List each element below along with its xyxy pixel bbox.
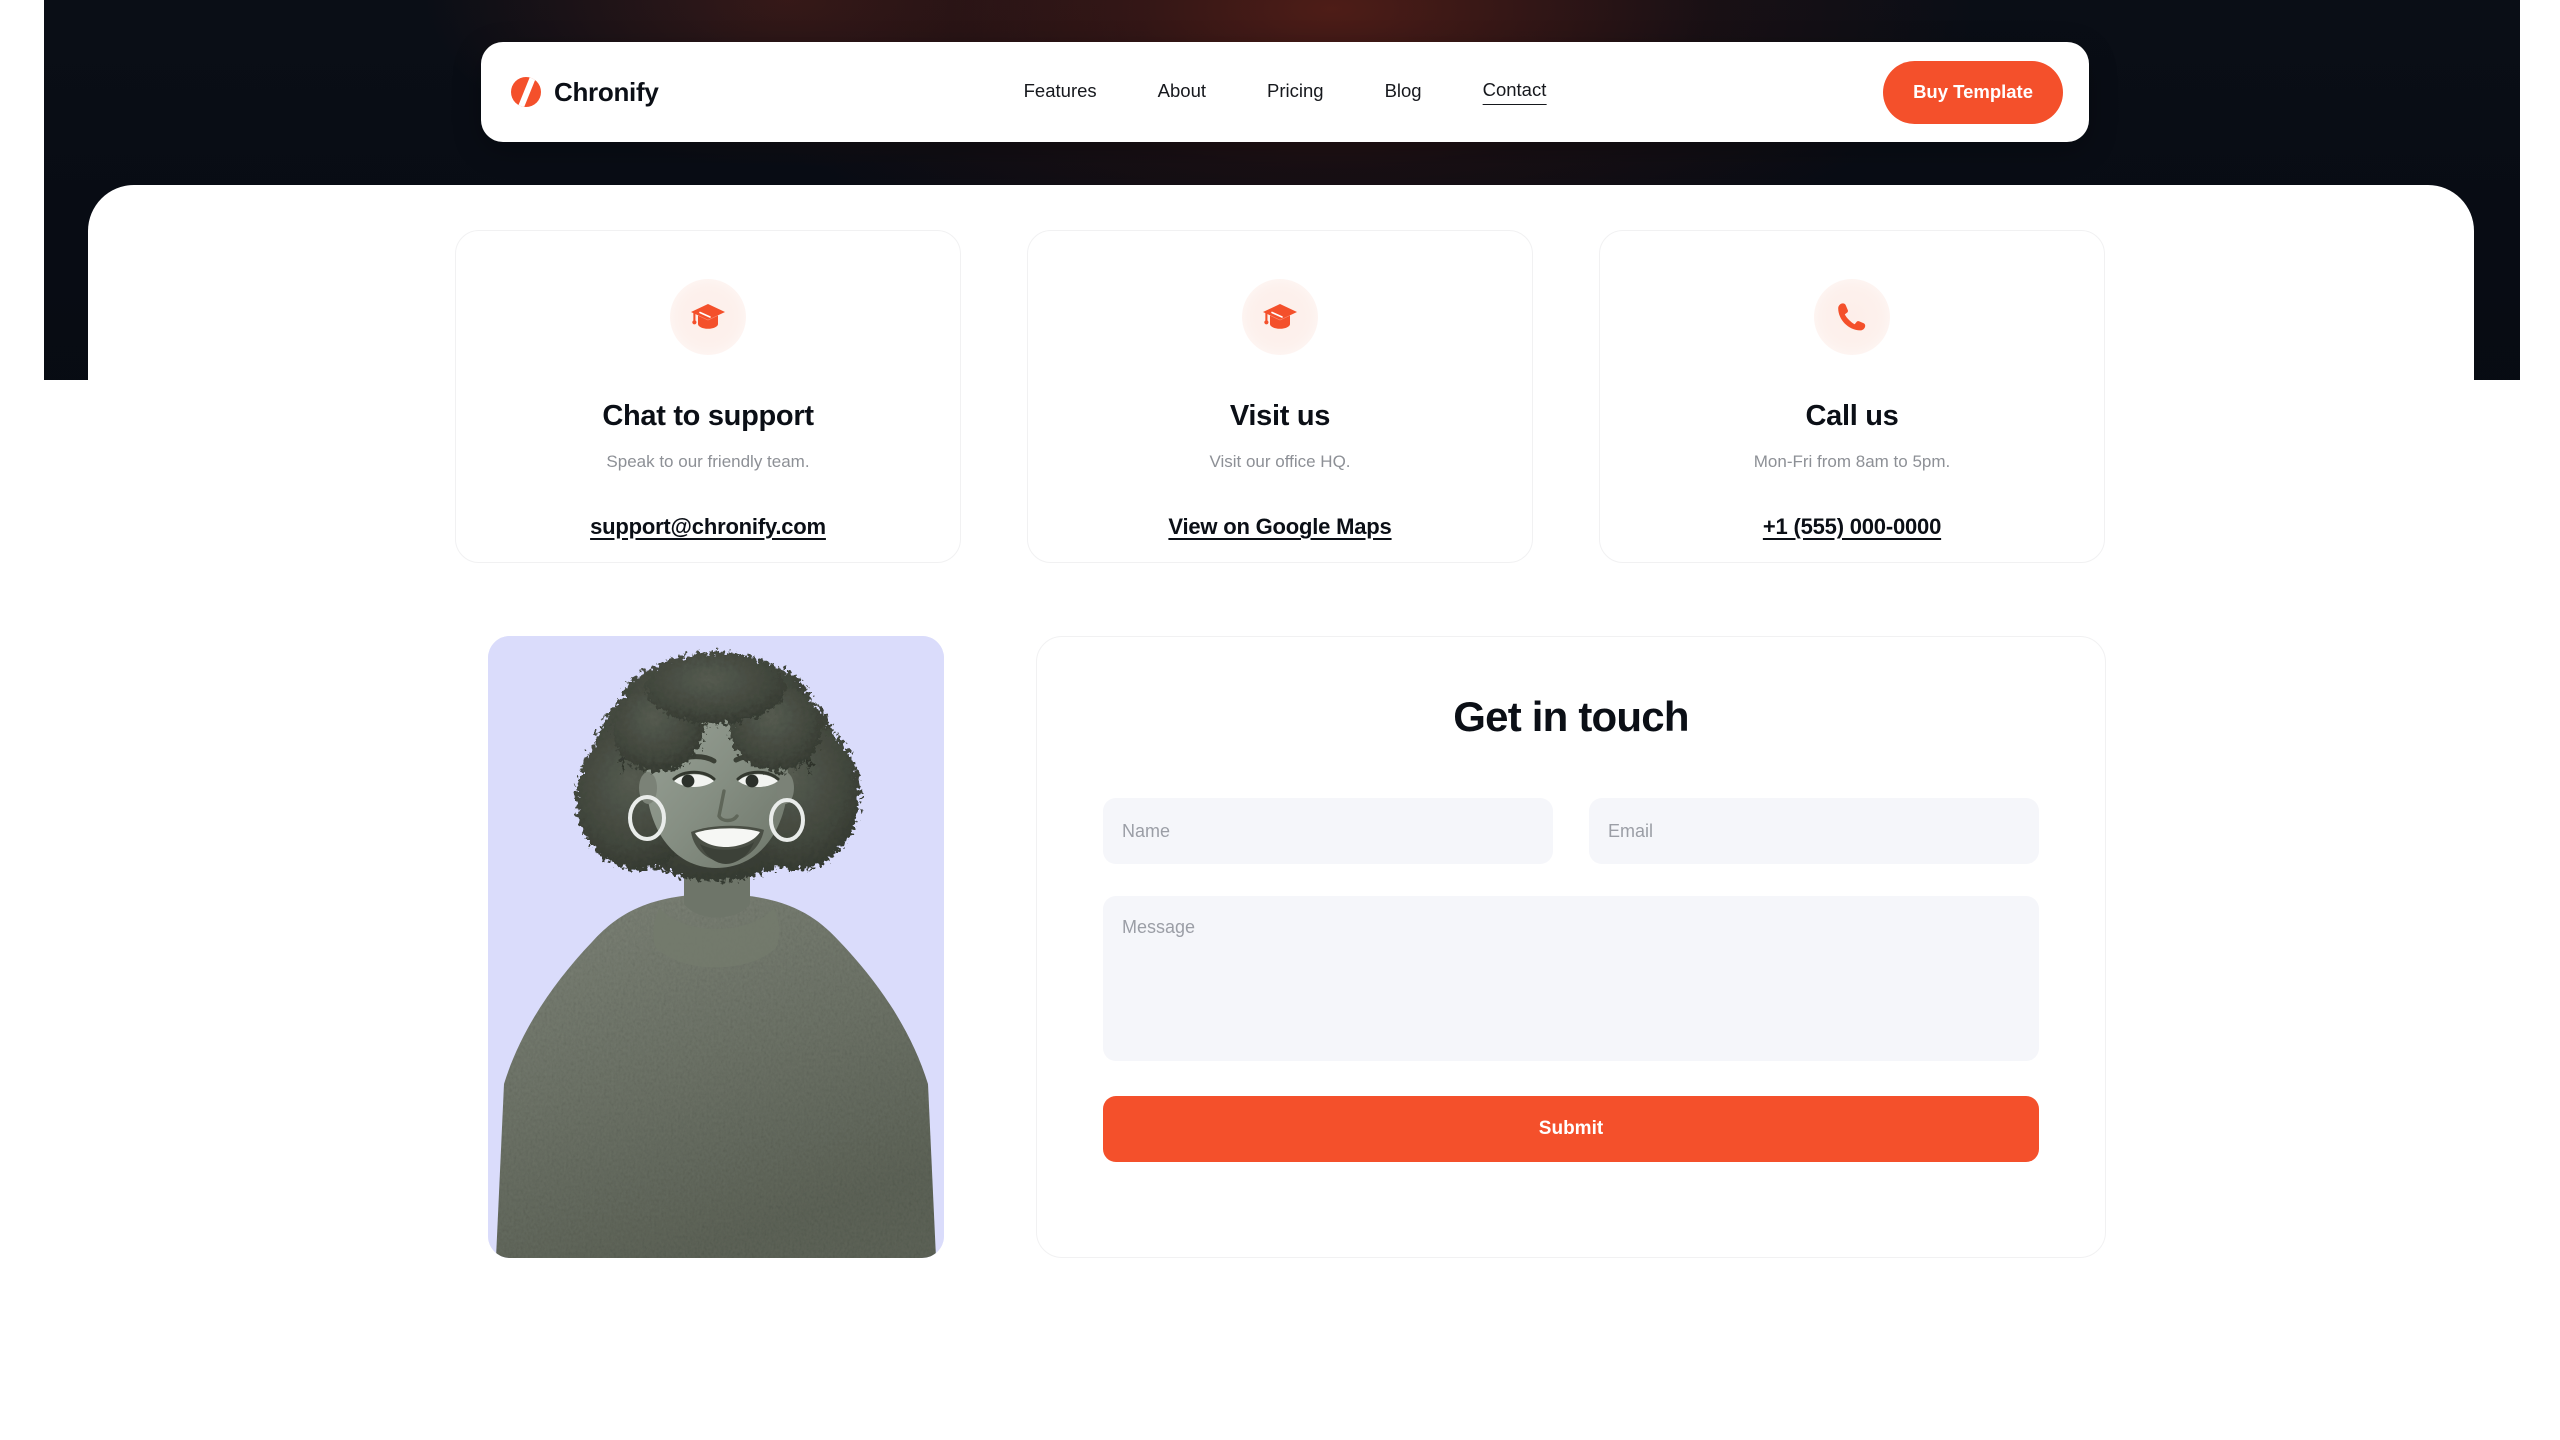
brand-logo[interactable]: Chronify [511,76,659,108]
phone-icon [1814,279,1890,355]
email-input[interactable] [1589,798,2039,864]
contact-card-visit-us: Visit us Visit our office HQ. View on Go… [1027,230,1533,563]
card-subtitle: Visit our office HQ. [1209,452,1351,471]
card-subtitle: Speak to our friendly team. [606,452,810,471]
contact-form-section: Get in touch Submit [488,636,2106,1258]
nav-link-blog[interactable]: Blog [1385,80,1422,105]
nav-link-pricing[interactable]: Pricing [1267,80,1324,105]
buy-template-button[interactable]: Buy Template [1883,60,2063,124]
card-link-email[interactable]: support@chronify.com [590,514,826,540]
form-title: Get in touch [1453,693,1689,740]
nav-link-contact[interactable]: Contact [1482,79,1547,105]
portrait-photo [488,636,944,1258]
chronify-circle-slash-icon [511,77,541,107]
card-link-google-maps[interactable]: View on Google Maps [1168,514,1391,540]
graduation-cap-icon [1242,279,1318,355]
form-row-name-email [1103,798,2039,864]
contact-cards: Chat to support Speak to our friendly te… [455,230,2105,563]
nav-links: Features About Pricing Blog Contact [1024,79,1547,105]
nav-link-about[interactable]: About [1158,80,1206,105]
submit-button[interactable]: Submit [1103,1096,2039,1162]
contact-card-call-us: Call us Mon-Fri from 8am to 5pm. +1 (555… [1599,230,2105,563]
nav-link-features[interactable]: Features [1024,80,1097,105]
card-subtitle: Mon-Fri from 8am to 5pm. [1753,452,1951,471]
brand-name: Chronify [554,76,659,107]
page-root: Chronify Features About Pricing Blog Con… [0,0,2560,1440]
message-textarea[interactable] [1103,896,2039,1061]
card-title: Call us [1805,400,1899,432]
contact-card-chat-to-support: Chat to support Speak to our friendly te… [455,230,961,563]
graduation-cap-icon [670,279,746,355]
navbar: Chronify Features About Pricing Blog Con… [481,42,2089,142]
page-content: Chat to support Speak to our friendly te… [0,0,2560,1440]
get-in-touch-form: Get in touch Submit [1036,636,2106,1258]
name-input[interactable] [1103,798,1553,864]
card-title: Chat to support [602,400,814,432]
card-title: Visit us [1229,400,1331,432]
card-link-phone[interactable]: +1 (555) 000-0000 [1763,514,1941,540]
